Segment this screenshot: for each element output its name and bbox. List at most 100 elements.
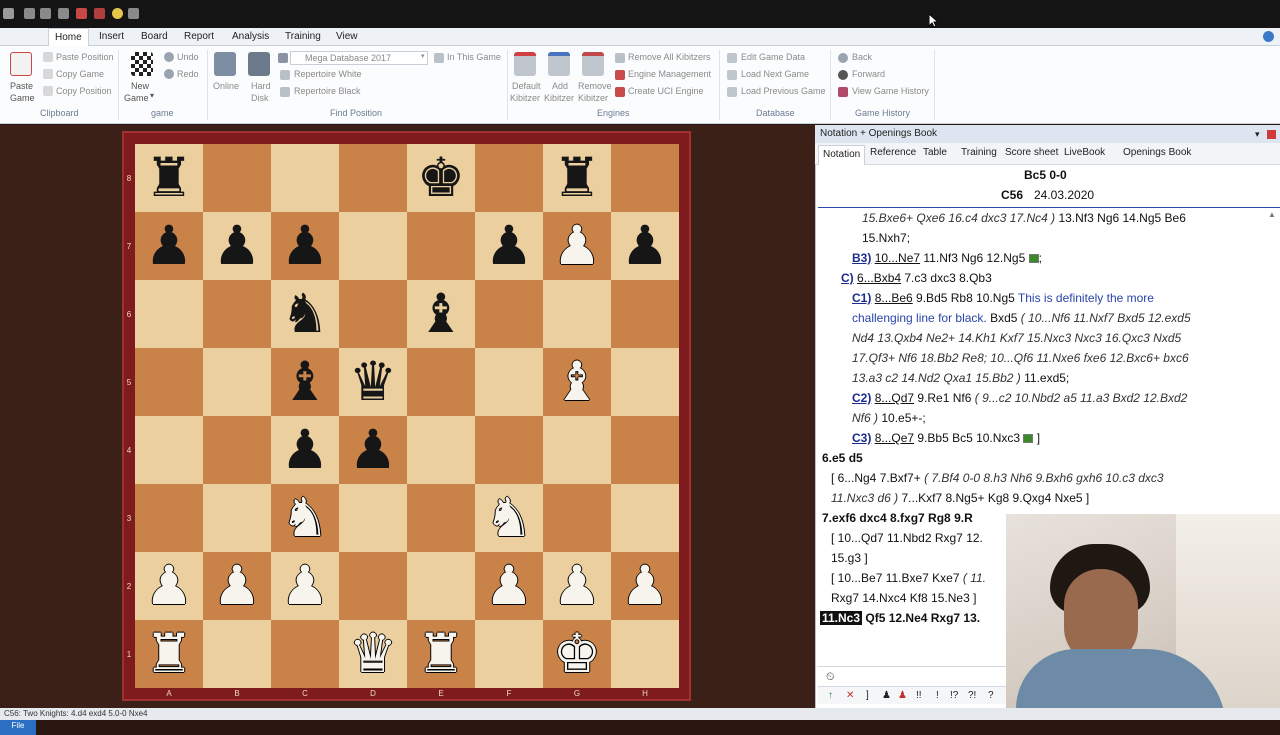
move-text[interactable]: 9.Bb5 Bc5 10.Nxc3: [914, 431, 1020, 445]
board-square[interactable]: [339, 552, 407, 620]
white-pawn-icon[interactable]: ♟: [611, 552, 679, 620]
main-line-move[interactable]: 7.exf6 dxc4 8.fxg7 Rg8 9.R: [822, 511, 973, 525]
tab-board[interactable]: Board: [135, 28, 174, 46]
insert-move-icon[interactable]: ♟: [882, 690, 891, 701]
notation-line[interactable]: [ 10...Qd7 11.Nbd2 Rxg7 12.: [831, 531, 983, 545]
white-rook-icon[interactable]: ♜: [407, 620, 475, 688]
move-text[interactable]: 6...Bxb4: [857, 271, 901, 285]
variation-text[interactable]: Nf6 ): [852, 411, 878, 425]
database-select[interactable]: Mega Database 2017: [290, 51, 428, 65]
notation-line[interactable]: 15.Nxh7;: [862, 231, 910, 245]
variation-text[interactable]: 15.Bxe6+ Qxe6 16.c4 dxc3 17.Nc4 ): [862, 211, 1055, 225]
variation-label[interactable]: C): [841, 271, 854, 285]
variation-label[interactable]: C1): [852, 291, 871, 305]
board-square[interactable]: [407, 552, 475, 620]
board-square[interactable]: [135, 416, 203, 484]
board-square[interactable]: [203, 416, 271, 484]
move-text[interactable]: 9.Bd5 Rb8 10.Ng5: [913, 291, 1018, 305]
repertoire-white-button[interactable]: Repertoire White: [294, 69, 362, 79]
in-this-game-button[interactable]: In This Game: [447, 52, 501, 62]
delete-variation-icon[interactable]: ✕: [846, 690, 854, 701]
undo-button[interactable]: Undo: [177, 52, 199, 62]
board-square[interactable]: [611, 484, 679, 552]
black-knight-icon[interactable]: ♞: [271, 280, 339, 348]
variation-text[interactable]: 11.Nxc3 d6 ): [831, 491, 898, 505]
help-icon[interactable]: [1263, 31, 1274, 42]
load-next-game-button[interactable]: Load Next Game: [741, 69, 809, 79]
tab-table[interactable]: Table: [923, 147, 947, 158]
white-pawn-icon[interactable]: ♟: [203, 552, 271, 620]
panel-menu-chevron-down-icon[interactable]: ▾: [1255, 125, 1260, 143]
forward-button[interactable]: Forward: [852, 69, 885, 79]
copy-game-button[interactable]: Copy Game: [56, 69, 104, 79]
variation-text[interactable]: ( 11.: [963, 571, 986, 585]
board-square[interactable]: [339, 280, 407, 348]
clock-icon[interactable]: ⏲: [826, 671, 835, 684]
white-knight-icon[interactable]: ♞: [271, 484, 339, 552]
paste-position-button[interactable]: Paste Position: [56, 52, 114, 62]
move-text[interactable]: 8...Be6: [875, 291, 913, 305]
scroll-up-icon[interactable]: ▲: [1268, 210, 1276, 219]
main-line-move[interactable]: 6.e5 d5: [822, 451, 863, 465]
move-text[interactable]: [ 6...Ng4 7.Bxf7+: [831, 471, 924, 485]
paste-game-label-2[interactable]: Game: [10, 93, 35, 103]
default-kibitzer-label-1[interactable]: Default: [512, 81, 541, 91]
good-move-button[interactable]: !: [936, 690, 939, 701]
board-square[interactable]: [203, 620, 271, 688]
board-square[interactable]: [339, 212, 407, 280]
remove-kibitzer-icon[interactable]: [582, 52, 604, 76]
board-square[interactable]: [611, 348, 679, 416]
hard-disk-label-1[interactable]: Hard: [251, 81, 271, 91]
move-text[interactable]: [ 10...Be7 11.Bxe7 Kxe7: [831, 571, 963, 585]
board-square[interactable]: [135, 484, 203, 552]
quick-board-icon[interactable]: [58, 8, 69, 19]
create-uci-engine-button[interactable]: Create UCI Engine: [628, 86, 704, 96]
board-square[interactable]: [271, 144, 339, 212]
white-pawn-icon[interactable]: ♟: [475, 552, 543, 620]
brilliant-move-button[interactable]: !!: [916, 690, 922, 701]
promote-variation-icon[interactable]: ↑: [828, 690, 833, 701]
board-square[interactable]: [611, 416, 679, 484]
move-text[interactable]: 10...Ne7: [875, 251, 920, 265]
black-pawn-icon[interactable]: ♟: [339, 416, 407, 484]
board-square[interactable]: [135, 280, 203, 348]
tab-report[interactable]: Report: [178, 28, 220, 46]
mistake-button[interactable]: ?: [988, 690, 994, 701]
move-text[interactable]: 10.e5+-;: [878, 411, 925, 425]
white-pawn-icon[interactable]: ♟: [271, 552, 339, 620]
white-queen-icon[interactable]: ♛: [339, 620, 407, 688]
white-pawn-icon[interactable]: ♟: [543, 212, 611, 280]
black-pawn-icon[interactable]: ♟: [475, 212, 543, 280]
board-square[interactable]: [407, 348, 475, 416]
tab-notation[interactable]: Notation: [818, 145, 866, 165]
quick-bulb-icon[interactable]: [112, 8, 123, 19]
move-text[interactable]: 13.Nf3 Ng6 14.Ng5 Be6: [1055, 211, 1185, 225]
quick-dropdown-icon[interactable]: [128, 8, 139, 19]
black-king-icon[interactable]: ♚: [407, 144, 475, 212]
variation-label[interactable]: B3): [852, 251, 871, 265]
engine-management-button[interactable]: Engine Management: [628, 69, 711, 79]
remove-kibitzer-label-2[interactable]: Kibitzer: [578, 93, 608, 103]
board-square[interactable]: [203, 484, 271, 552]
tab-reference[interactable]: Reference: [870, 147, 916, 158]
white-pawn-icon[interactable]: ♟: [135, 552, 203, 620]
tab-training[interactable]: Training: [279, 28, 327, 46]
board-square[interactable]: [407, 212, 475, 280]
tab-score-sheet[interactable]: Score sheet: [1005, 147, 1058, 158]
board-square[interactable]: [407, 416, 475, 484]
hard-disk-search-icon[interactable]: [248, 52, 270, 76]
black-pawn-icon[interactable]: ♟: [611, 212, 679, 280]
online-button[interactable]: Online: [213, 81, 239, 91]
move-text[interactable]: 7...Kxf7 8.Ng5+ Kg8 9.Qxg4 Nxe5 ]: [898, 491, 1089, 505]
tab-livebook[interactable]: LiveBook: [1064, 147, 1105, 158]
copy-position-button[interactable]: Copy Position: [56, 86, 112, 96]
variation-label[interactable]: C2): [852, 391, 871, 405]
move-text[interactable]: 8...Qd7: [875, 391, 914, 405]
paste-game-label-1[interactable]: Paste: [10, 81, 33, 91]
notation-line[interactable]: Rxg7 14.Nxc4 Kf8 15.Ne3 ]: [831, 591, 976, 605]
new-game-label-2[interactable]: Game: [124, 93, 149, 103]
dubious-move-button[interactable]: ?!: [968, 690, 976, 701]
black-pawn-icon[interactable]: ♟: [271, 416, 339, 484]
board-square[interactable]: [543, 416, 611, 484]
board-square[interactable]: [407, 484, 475, 552]
